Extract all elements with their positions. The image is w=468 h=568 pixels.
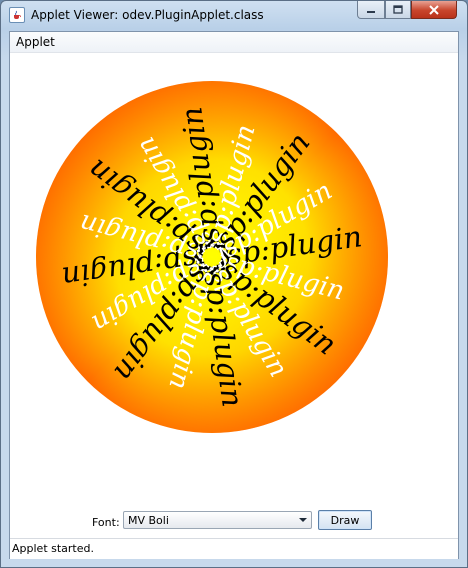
font-label: Font: xyxy=(92,516,120,529)
title-bar[interactable]: Applet Viewer: odev.PluginApplet.class xyxy=(1,1,467,29)
status-text: Applet started. xyxy=(12,542,94,555)
minimize-icon xyxy=(367,10,375,13)
applet-canvas: jsp:plugin jsp:plugin jsp:plugin jsp:plugin… xyxy=(10,53,458,508)
gradient-disc-shade xyxy=(36,81,388,433)
menu-bar: Applet xyxy=(10,32,458,53)
close-button[interactable] xyxy=(411,1,457,19)
chevron-down-icon xyxy=(299,518,307,522)
applet-viewer-window: Applet Viewer: odev.PluginApplet.class A… xyxy=(0,0,468,568)
font-select[interactable]: MV Boli xyxy=(123,511,312,529)
window-title: Applet Viewer: odev.PluginApplet.class xyxy=(31,8,264,22)
maximize-icon xyxy=(393,5,403,14)
java-cup-icon[interactable] xyxy=(9,7,25,23)
minimize-button[interactable] xyxy=(357,1,385,19)
close-icon xyxy=(429,4,439,15)
spiral-drawing: jsp:pluginjsp:pluginjsp:pluginjsp:plugin… xyxy=(36,81,388,433)
font-select-value: MV Boli xyxy=(128,514,169,527)
controls-panel: Font: MV Boli Draw xyxy=(10,508,458,538)
menu-applet[interactable]: Applet xyxy=(16,35,55,49)
applet-client-area: Applet jsp:plugin jsp:plugin jsp:plugin … xyxy=(9,31,459,559)
maximize-button[interactable] xyxy=(385,1,411,19)
status-bar: Applet started. xyxy=(10,538,458,559)
draw-button[interactable]: Draw xyxy=(318,510,372,530)
